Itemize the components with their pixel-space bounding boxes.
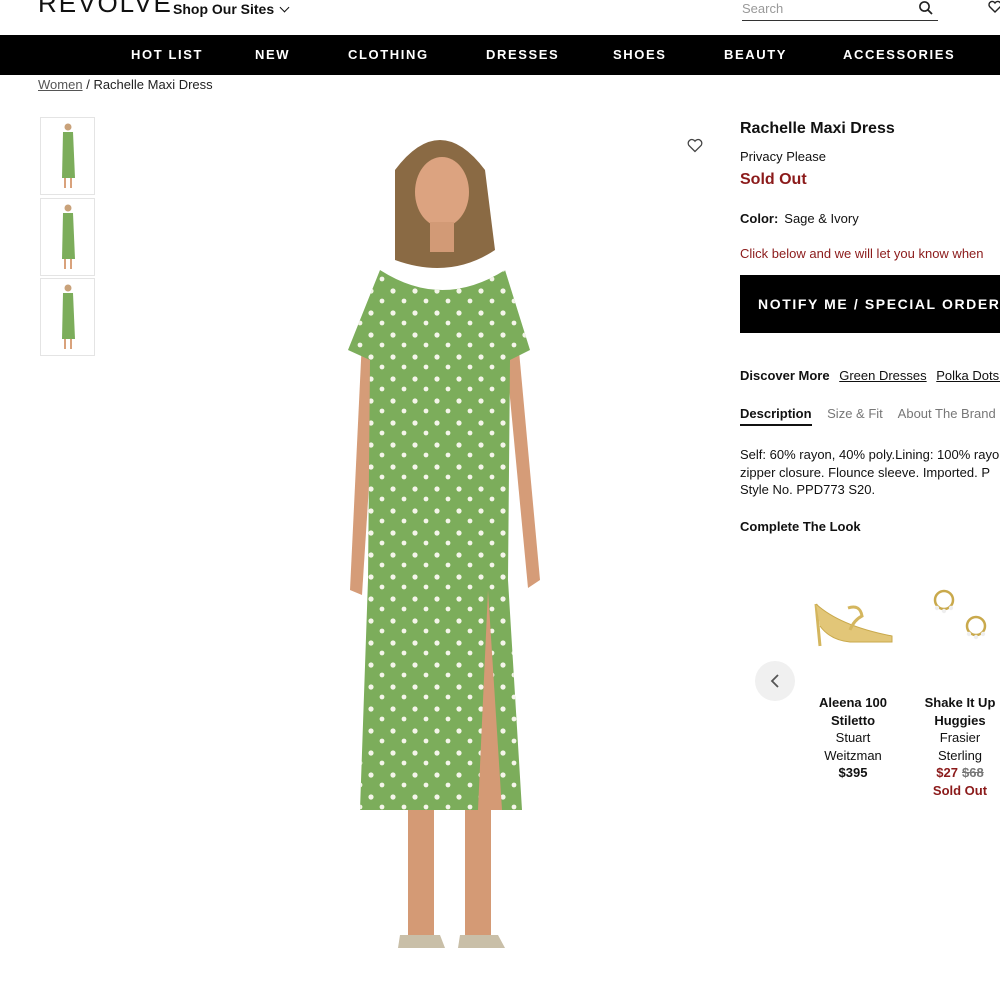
description-line: zipper closure. Flounce sleeve. Imported… — [740, 464, 991, 480]
thumbnail-2[interactable] — [40, 198, 95, 276]
item-name: Stiletto — [830, 712, 876, 728]
item-brand: Stuart — [835, 730, 871, 745]
tab-about-brand[interactable]: About The Brand — [898, 406, 996, 421]
item-price-row: $27 $68 — [905, 764, 1000, 782]
shop-our-sites-label: Shop Our Sites — [173, 1, 275, 17]
notify-message: Click below and we will let you know whe… — [740, 246, 984, 261]
nav-new[interactable]: NEW — [255, 47, 290, 62]
notify-me-button[interactable]: NOTIFY ME / SPECIAL ORDER — [740, 275, 1000, 333]
description-line: Style No. PPD773 S20. — [740, 482, 876, 497]
product-description: Self: 60% rayon, 40% poly.Lining: 100% r… — [740, 446, 999, 499]
nav-accessories[interactable]: ACCESSORIES — [843, 47, 955, 62]
description-line: Self: 60% rayon, 40% poly.Lining: 100% r… — [740, 447, 1000, 462]
thumbnail-1-image — [62, 123, 75, 188]
tab-size-fit[interactable]: Size & Fit — [827, 406, 883, 421]
nav-clothing[interactable]: CLOTHING — [348, 47, 429, 62]
discover-more-label: Discover More — [740, 368, 830, 383]
item-sale-price: $27 — [936, 765, 958, 780]
breadcrumb-women-link[interactable]: Women — [38, 77, 83, 92]
item-sold-out: Sold Out — [932, 782, 988, 798]
color-label: Color: — [740, 211, 779, 226]
wishlist-heart-icon[interactable] — [988, 0, 1000, 14]
color-row: Color: Sage & Ivory — [740, 211, 859, 226]
sold-out-status: Sold Out — [740, 171, 807, 188]
chevron-down-icon — [279, 2, 290, 13]
carousel-prev-button[interactable] — [755, 661, 795, 701]
nav-hot-list[interactable]: HOT LIST — [131, 47, 203, 62]
product-main-image[interactable] — [300, 110, 590, 990]
look-item-aleena[interactable]: Aleena 100 Stiletto Stuart Weitzman $395 — [798, 694, 908, 782]
item-original-price: $68 — [962, 765, 984, 780]
item-brand: Frasier — [939, 730, 981, 745]
favorite-heart-icon[interactable] — [687, 138, 703, 153]
discover-link-polka-dots[interactable]: Polka Dots D — [936, 368, 1000, 383]
item-name: Shake It Up — [924, 695, 996, 710]
item-name: Huggies — [934, 712, 986, 728]
item-name: Aleena 100 — [819, 695, 887, 710]
look-item-shake-it-up[interactable]: Shake It Up Huggies Frasier Sterling $27… — [905, 694, 1000, 799]
thumbnail-3[interactable] — [40, 278, 95, 356]
search-input[interactable] — [742, 1, 902, 16]
item-brand: Weitzman — [824, 747, 882, 763]
color-value: Sage & Ivory — [784, 211, 859, 226]
product-tabs: Description Size & Fit About The Brand — [740, 406, 1000, 426]
discover-link-green-dresses[interactable]: Green Dresses — [839, 368, 926, 383]
nav-beauty[interactable]: BEAUTY — [724, 47, 787, 62]
item-price: $395 — [838, 765, 868, 780]
thumbnail-2-image — [62, 204, 75, 269]
complete-the-look-title: Complete The Look — [740, 519, 861, 534]
item-brand: Sterling — [937, 747, 983, 763]
breadcrumb: Women / Rachelle Maxi Dress — [38, 77, 213, 92]
product-title: Rachelle Maxi Dress — [740, 120, 895, 137]
chevron-left-icon — [770, 674, 779, 688]
discover-more: Discover More Green Dresses Polka Dots D — [740, 368, 1000, 383]
thumbnail-3-image — [62, 284, 75, 349]
tab-description[interactable]: Description — [740, 406, 812, 426]
stiletto-sandal-image[interactable] — [810, 596, 896, 652]
search-icon[interactable] — [918, 0, 934, 16]
breadcrumb-current: Rachelle Maxi Dress — [93, 77, 213, 92]
revolve-logo[interactable]: REVOLVE — [38, 0, 173, 19]
thumbnail-1[interactable] — [40, 117, 95, 195]
product-brand[interactable]: Privacy Please — [740, 149, 826, 164]
nav-shoes[interactable]: SHOES — [613, 47, 667, 62]
search-bar — [742, 0, 938, 21]
main-nav: HOT LIST NEW CLOTHING DRESSES SHOES BEAU… — [0, 35, 1000, 75]
shop-our-sites-dropdown[interactable]: Shop Our Sites — [173, 1, 290, 17]
breadcrumb-separator: / — [86, 77, 90, 92]
nav-dresses[interactable]: DRESSES — [486, 47, 559, 62]
huggie-earrings-image[interactable] — [926, 586, 996, 646]
